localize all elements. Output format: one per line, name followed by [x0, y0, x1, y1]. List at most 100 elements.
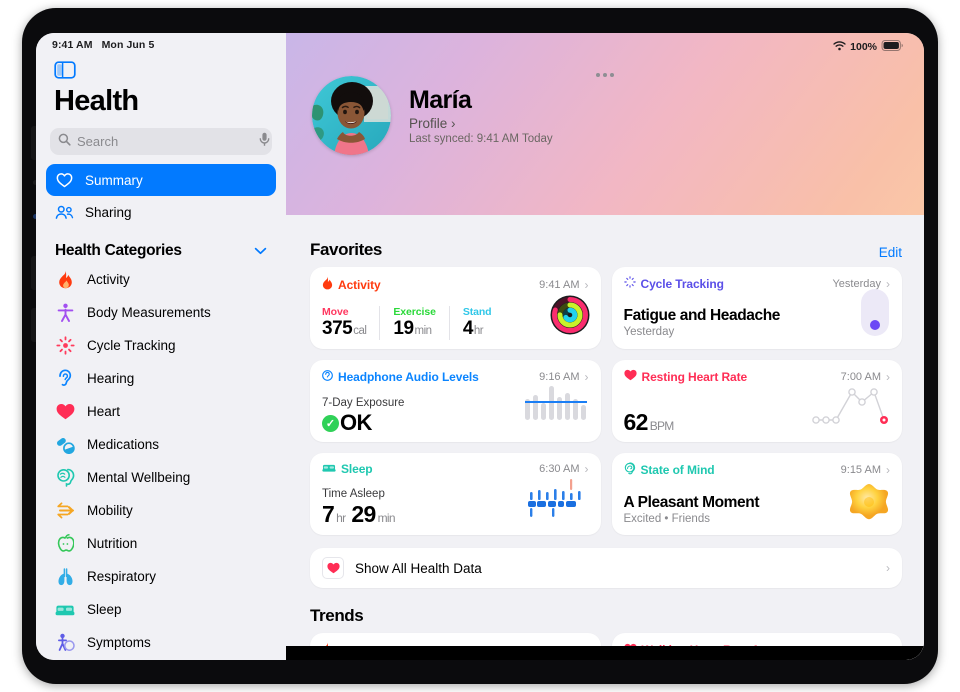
sidebar-item-hearing[interactable]: Hearing — [46, 362, 276, 395]
sidebar-item-body-measurements[interactable]: Body Measurements — [46, 296, 276, 329]
metric-exercise: Exercise 19min — [379, 306, 448, 340]
flame-icon — [322, 276, 333, 293]
sidebar-item-nutrition[interactable]: Nutrition — [46, 527, 276, 560]
sidebar-item-sharing[interactable]: Sharing — [46, 196, 276, 228]
card-sleep[interactable]: Sleep 6:30 AM › Time Asleep 7 hr 29 min — [310, 453, 601, 535]
sidebar-item-symptoms[interactable]: Symptoms — [46, 626, 276, 659]
sidebar-item-label: Activity — [87, 272, 130, 287]
metric-stand: Stand 4hr — [448, 306, 505, 340]
search-bar[interactable] — [50, 128, 272, 155]
chevron-right-icon: › — [584, 462, 589, 476]
sidebar-toggle-icon[interactable] — [54, 61, 76, 79]
sleep-bars — [527, 478, 586, 525]
ipad-screen: 9:41 AM Mon Jun 5 Health Search Summary … — [36, 33, 924, 660]
status-time: 9:41 AM — [52, 39, 93, 51]
star-blob — [848, 482, 890, 529]
profile-text: María Profile › Last synced: 9:41 AM Tod… — [409, 86, 553, 145]
check-circle-icon: ✓ — [322, 414, 339, 432]
heart-outline-icon — [55, 171, 74, 190]
card-activity-title: Activity — [322, 276, 381, 293]
favorites-grid: Activity 9:41 AM › Move 375cal Exercise … — [286, 267, 924, 535]
chevron-right-icon: › — [584, 277, 589, 292]
edit-button[interactable]: Edit — [879, 245, 902, 260]
card-headphone-time: 9:16 AM — [539, 371, 580, 383]
two-people-icon — [55, 203, 74, 222]
heart-filled-icon — [322, 557, 344, 579]
heart-rate-line — [812, 384, 890, 431]
card-headphone-audio-levels[interactable]: Headphone Audio Levels 9:16 AM › 7-Day E… — [310, 360, 601, 442]
sidebar-item-sleep[interactable]: Sleep — [46, 593, 276, 626]
status-date: Mon Jun 5 — [101, 39, 155, 51]
favorites-header: Favorites Edit — [286, 240, 924, 260]
chevron-right-icon: › — [584, 370, 589, 384]
card-resting-heart-rate[interactable]: Resting Heart Rate 7:00 AM › 62 BPM — [611, 360, 902, 442]
head-brain-icon — [55, 468, 75, 488]
show-all-health-data-label: Show All Health Data — [355, 560, 482, 576]
metric-move: Move 375cal — [322, 306, 367, 339]
chevron-right-icon: › — [886, 276, 890, 291]
head-swirl-icon — [624, 462, 636, 478]
card-cycle-tracking-title: Cycle Tracking — [623, 276, 724, 291]
profile-link-label: Profile — [409, 116, 448, 131]
sidebar-item-respiratory[interactable]: Respiratory — [46, 560, 276, 593]
health-categories-label: Health Categories — [55, 242, 182, 259]
sidebar-item-label: Summary — [85, 172, 143, 188]
status-bar-right: 100% — [286, 33, 924, 54]
sidebar-item-activity[interactable]: Activity — [46, 263, 276, 296]
sidebar-item-label: Body Measurements — [87, 305, 211, 320]
headphone-status-text: OK — [340, 410, 372, 435]
sidebar-item-summary[interactable]: Summary — [46, 164, 276, 196]
pills-icon — [55, 435, 75, 455]
sidebar-item-mobility[interactable]: Mobility — [46, 494, 276, 527]
battery-percent-label: 100% — [850, 41, 877, 53]
chevron-right-icon: › — [886, 463, 890, 477]
card-state-of-mind[interactable]: State of Mind 9:15 AM › A Pleasant Momen… — [611, 453, 902, 535]
card-cycle-tracking-time: Yesterday — [832, 277, 881, 290]
card-cycle-tracking[interactable]: Cycle Tracking Yesterday › Fatigue and H… — [611, 267, 902, 349]
sidebar-item-heart[interactable]: Heart — [46, 395, 276, 428]
sidebar: 9:41 AM Mon Jun 5 Health Search Summary … — [36, 33, 286, 660]
profile-link[interactable]: Profile › — [409, 116, 553, 131]
chevron-down-icon[interactable] — [254, 242, 267, 260]
audio-bars — [524, 383, 587, 428]
flame-icon — [55, 270, 75, 290]
favorites-title: Favorites — [310, 240, 382, 259]
last-synced-label: Last synced: 9:41 AM Today — [409, 133, 553, 145]
heart-filled-icon — [55, 402, 75, 422]
card-resting-hr-time: 7:00 AM — [840, 370, 881, 383]
sidebar-item-cycle-tracking[interactable]: Cycle Tracking — [46, 329, 276, 362]
page-title: Health — [54, 85, 139, 117]
headphone-ear-icon — [322, 369, 333, 385]
status-bar-left: 9:41 AM Mon Jun 5 — [36, 33, 286, 51]
lungs-icon — [55, 567, 75, 587]
ear-icon — [55, 369, 75, 389]
health-categories-header[interactable]: Health Categories — [55, 242, 267, 260]
card-resting-hr-title: Resting Heart Rate — [623, 369, 747, 384]
sidebar-item-label: Mobility — [87, 503, 133, 518]
card-activity-time: 9:41 AM — [539, 278, 580, 291]
microphone-icon[interactable] — [259, 132, 270, 152]
card-sleep-title: Sleep — [322, 462, 373, 476]
profile-header[interactable]: María Profile › Last synced: 9:41 AM Tod… — [286, 54, 924, 155]
wifi-icon — [833, 40, 846, 54]
show-all-health-data-row[interactable]: Show All Health Data › — [310, 548, 902, 588]
chevron-right-icon: › — [451, 116, 456, 131]
favorites-section: Favorites Edit Activity 9:41 AM › Move 3… — [286, 240, 924, 660]
search-input[interactable] — [77, 134, 253, 149]
screen-bottom-mask — [286, 646, 924, 660]
cycle-headline: Fatigue and Headache — [623, 307, 781, 324]
arrows-icon — [55, 501, 75, 521]
bed-icon — [322, 462, 336, 476]
sidebar-item-medications[interactable]: Medications — [46, 428, 276, 461]
health-categories-list: Activity Body Measurements Cycle Trackin… — [36, 263, 286, 659]
cycle-dots-icon — [55, 336, 75, 356]
sidebar-item-label: Respiratory — [87, 569, 157, 584]
chevron-right-icon: › — [886, 561, 890, 575]
trends-title: Trends — [310, 606, 364, 625]
battery-full-icon — [881, 40, 904, 54]
sidebar-item-mental-wellbeing[interactable]: Mental Wellbeing — [46, 461, 276, 494]
multitask-dots-icon[interactable] — [596, 73, 614, 77]
card-activity[interactable]: Activity 9:41 AM › Move 375cal Exercise … — [310, 267, 601, 349]
card-state-of-mind-time: 9:15 AM — [840, 464, 881, 476]
trends-header: Trends — [286, 606, 924, 626]
